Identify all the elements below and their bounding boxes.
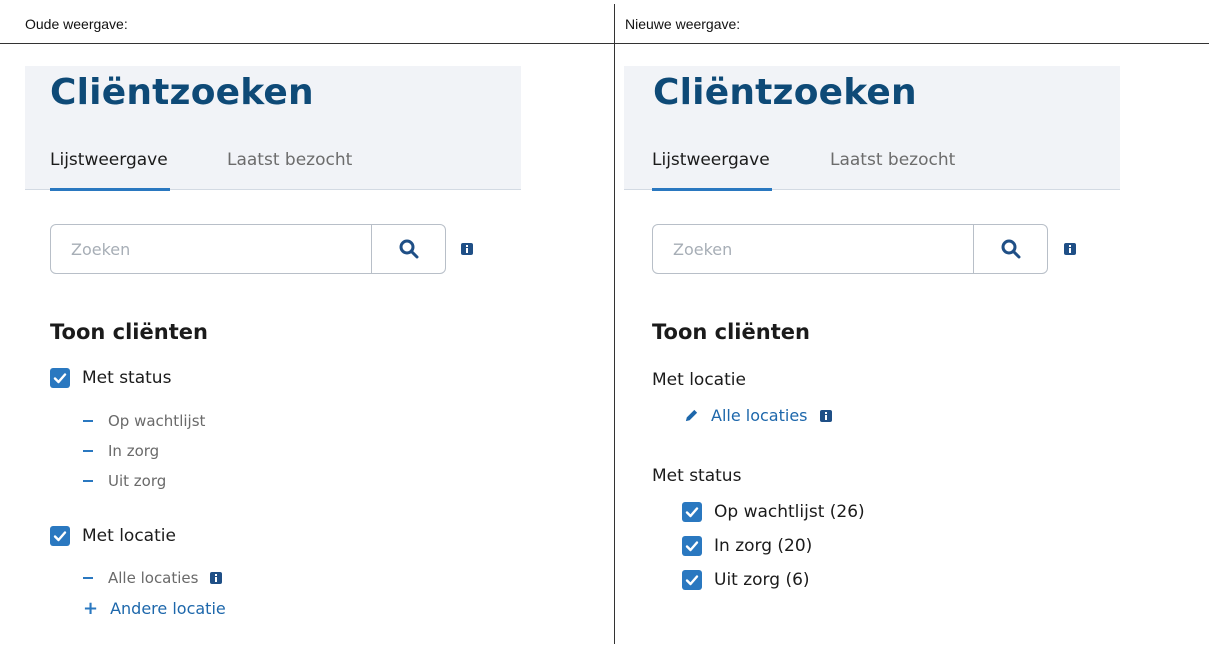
checkbox-checked-icon[interactable] [50,526,70,546]
dash-icon [83,480,93,482]
status-filter-checkbox[interactable]: Met status [50,368,171,388]
page-header: Cliëntzoeken Lijstweergave Laatst bezoch… [25,66,521,191]
search-icon [399,239,418,259]
search-input[interactable] [653,225,973,273]
tab-bar: Lijstweergave Laatst bezocht [25,150,521,191]
status-group-label: Met status [652,466,742,486]
add-location-link[interactable]: + Andere locatie [83,599,226,618]
section-title: Toon cliënten [50,320,208,344]
dash-icon [83,577,93,579]
search-info-icon[interactable] [1064,243,1076,255]
location-group-label: Met locatie [652,370,746,390]
tab-lijstweergave[interactable]: Lijstweergave [652,150,772,191]
search-box [652,224,1048,274]
tab-lijstweergave[interactable]: Lijstweergave [50,150,170,191]
status-checkbox-in-zorg[interactable]: In zorg (20) [682,536,812,556]
search-input[interactable] [51,225,371,273]
dash-icon [83,420,93,422]
status-checkbox-uit-zorg[interactable]: Uit zorg (6) [682,570,810,590]
header-divider [0,43,1209,44]
list-item: Alle locaties [83,569,223,587]
page-title: Cliëntzoeken [653,72,917,113]
status-filter-label: Met status [82,368,172,388]
tab-laatst-bezocht[interactable]: Laatst bezocht [830,150,955,190]
list-item: Uit zorg [83,472,166,490]
tab-bar: Lijstweergave Laatst bezocht [624,150,1120,191]
page-title: Cliëntzoeken [50,72,314,113]
tab-laatst-bezocht[interactable]: Laatst bezocht [227,150,352,190]
search-box [50,224,446,274]
checkbox-checked-icon[interactable] [682,502,702,522]
location-filter-checkbox[interactable]: Met locatie [50,526,176,546]
status-checkbox-op-wachtlijst[interactable]: Op wachtlijst (26) [682,502,865,522]
list-item: Op wachtlijst [83,412,205,430]
search-info-icon[interactable] [461,243,473,255]
search-icon [1001,239,1020,259]
caption-old-view: Oude weergave: [25,16,128,32]
column-divider [614,4,615,644]
location-info-icon[interactable] [210,572,223,584]
all-locations-link[interactable]: Alle locaties [684,406,832,425]
section-title: Toon cliënten [652,320,810,344]
plus-icon: + [83,597,99,619]
search-button[interactable] [973,225,1047,273]
old-view-panel: Cliëntzoeken Lijstweergave Laatst bezoch… [25,66,521,618]
checkbox-checked-icon[interactable] [50,368,70,388]
checkbox-checked-icon[interactable] [682,570,702,590]
location-filter-label: Met locatie [82,526,176,546]
pencil-icon [684,408,699,423]
dash-icon [83,450,93,452]
location-info-icon[interactable] [819,409,832,422]
page-header: Cliëntzoeken Lijstweergave Laatst bezoch… [624,66,1120,191]
caption-new-view: Nieuwe weergave: [625,16,741,32]
new-view-panel: Cliëntzoeken Lijstweergave Laatst bezoch… [624,66,1120,590]
list-item: In zorg [83,442,159,460]
search-button[interactable] [371,225,445,273]
checkbox-checked-icon[interactable] [682,536,702,556]
